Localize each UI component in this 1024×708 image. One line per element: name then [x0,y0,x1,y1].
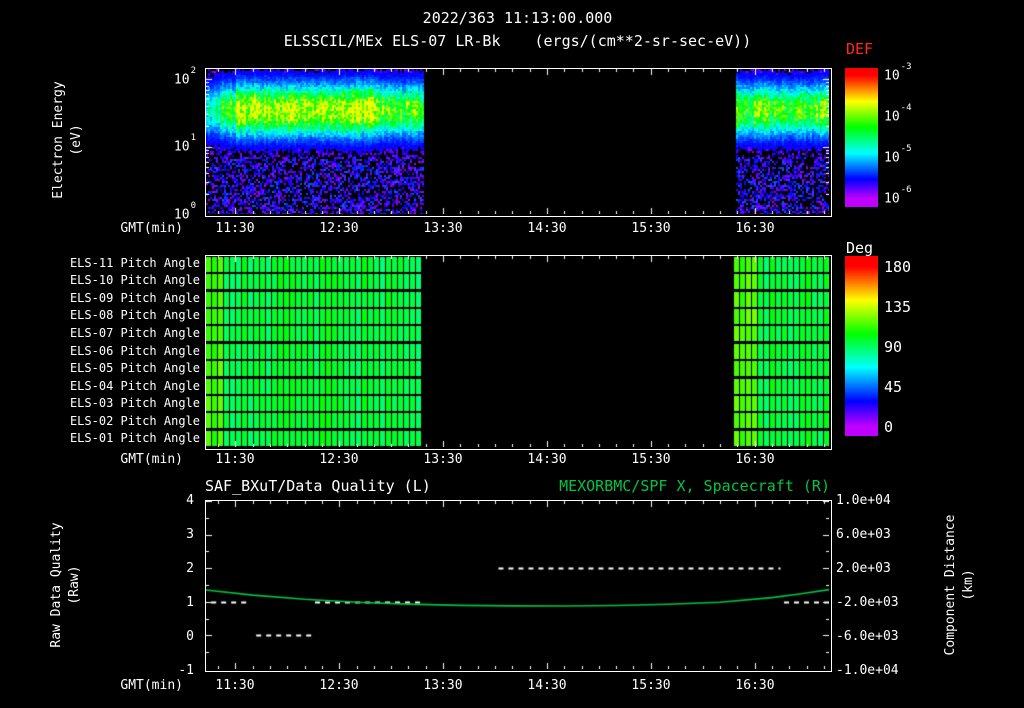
right-tick-label: 2.0e+03 [836,561,891,576]
def-tick-label: 10-6 [884,185,954,207]
energy-axis-title: Electron Energy (eV) [50,20,86,260]
tick-exp: 1 [190,133,196,143]
row-label-els-08: ELS-08 Pitch Angle [69,308,200,322]
energy-tick-label: 102 [150,66,196,88]
def-colorbar [845,68,878,207]
row-label-els-09: ELS-09 Pitch Angle [69,291,200,305]
x-tick-label: 13:30 [423,452,463,467]
distance-axis-title: Component Distance (km) [942,455,978,708]
left-tick-label: 3 [186,527,194,542]
deg-tick-label: 45 [884,378,903,396]
time-axis-bottom: GMT(min) 11:30 12:30 13:30 14:30 15:30 1… [120,678,830,694]
x-tick-label: 13:30 [423,221,463,236]
def-tick-label: 10-3 [884,62,954,84]
row-label-els-07: ELS-07 Pitch Angle [69,326,200,340]
x-tick-label: 11:30 [215,678,255,693]
x-tick-label: 15:30 [631,452,671,467]
row-label-els-01: ELS-01 Pitch Angle [69,431,200,445]
x-tick-label: 15:30 [631,678,671,693]
row-label-els-11: ELS-11 Pitch Angle [69,256,200,270]
right-tick-label: -1.0e+04 [836,663,899,678]
tick-exp: 0 [190,201,196,211]
left-tick-label: 2 [186,561,194,576]
tick-base: 10 [884,109,900,125]
x-tick-label: 14:30 [527,221,567,236]
gmt-label: GMT(min) [120,452,183,467]
left-tick-label: 0 [186,629,194,644]
row-label-els-02: ELS-02 Pitch Angle [69,414,200,428]
tick-base: 10 [884,150,900,166]
tick-base: 10 [884,191,900,207]
x-tick-label: 16:30 [735,221,775,236]
pitch-angle-panel [205,255,832,450]
x-tick-label: 15:30 [631,221,671,236]
quality-axis-title: Raw Data Quality (Raw) [48,455,84,708]
tick-exp: -6 [900,185,912,195]
units-label: (ergs/(cm**2-sr-sec-eV)) [534,32,752,50]
gmt-label: GMT(min) [120,221,183,236]
distance-axis-title-text: Component Distance [943,514,958,656]
energy-tick-label: 100 [150,201,196,222]
x-tick-label: 12:30 [319,452,359,467]
def-colorbar-title: DEF [846,40,874,58]
pitch-angle-canvas [206,256,829,447]
energy-axis-title-text: Electron Energy [51,81,66,199]
plot-subtitle: ELSSCIL/MEx ELS-07 LR-Bk (ergs/(cm**2-sr-… [205,32,830,50]
x-tick-label: 12:30 [319,678,359,693]
row-label-els-03: ELS-03 Pitch Angle [69,396,200,410]
x-tick-label: 12:30 [319,221,359,236]
distance-axis-title-unit: (km) [961,569,976,601]
x-tick-label: 14:30 [527,452,567,467]
bottom-title-left: SAF_BXuT/Data Quality (L) [205,477,431,495]
row-label-els-04: ELS-04 Pitch Angle [69,379,200,393]
right-tick-label: 6.0e+03 [836,527,891,542]
quality-axis-title-unit: (Raw) [67,565,82,605]
deg-tick-label: 90 [884,338,903,356]
spectrogram-canvas [206,69,829,214]
time-axis-top: GMT(min) 11:30 12:30 13:30 14:30 15:30 1… [120,221,830,237]
def-tick-label: 10-4 [884,103,954,125]
deg-tick-label: 135 [884,298,912,316]
spectrogram-panel [205,68,832,217]
quality-axis-title-text: Raw Data Quality [49,522,64,648]
row-label-els-10: ELS-10 Pitch Angle [69,273,200,287]
line-plot-canvas [206,501,829,669]
deg-tick-label: 180 [884,258,912,276]
plot-root: 2022/363 11:13:00.000 ELSSCIL/MEx ELS-07… [0,0,1024,708]
x-tick-label: 16:30 [735,678,775,693]
x-tick-label: 11:30 [215,221,255,236]
x-tick-label: 11:30 [215,452,255,467]
tick-exp: -4 [900,103,912,113]
right-tick-label: 1.0e+04 [836,493,891,508]
energy-axis-title-unit: (eV) [69,124,84,156]
deg-colorbar-title: Deg [846,239,874,257]
gmt-label: GMT(min) [120,678,183,693]
tick-exp: 2 [190,66,196,76]
line-plot-panel [205,500,832,672]
row-label-els-06: ELS-06 Pitch Angle [69,344,200,358]
left-tick-label: -1 [178,663,194,678]
tick-base: 10 [884,68,900,84]
time-axis-middle: GMT(min) 11:30 12:30 13:30 14:30 15:30 1… [120,452,830,468]
right-tick-label: -2.0e+03 [836,595,899,610]
x-tick-label: 14:30 [527,678,567,693]
x-tick-label: 13:30 [423,678,463,693]
tick-base: 10 [173,72,190,88]
tick-base: 10 [173,139,190,155]
x-tick-label: 16:30 [735,452,775,467]
energy-tick-label: 101 [150,133,196,155]
left-tick-label: 4 [186,493,194,508]
tick-exp: -3 [900,62,912,72]
def-tick-label: 10-5 [884,144,954,166]
page-title: 2022/363 11:13:00.000 [422,9,613,27]
bottom-title-right: MEXORBMC/SPF X, Spacecraft (R) [559,477,830,495]
tick-exp: -5 [900,144,912,154]
row-label-els-05: ELS-05 Pitch Angle [69,361,200,375]
deg-colorbar [845,256,878,436]
deg-tick-label: 0 [884,418,894,436]
right-tick-label: -6.0e+03 [836,629,899,644]
left-tick-label: 1 [186,595,194,610]
instrument-label: ELSSCIL/MEx ELS-07 LR-Bk [283,32,501,50]
